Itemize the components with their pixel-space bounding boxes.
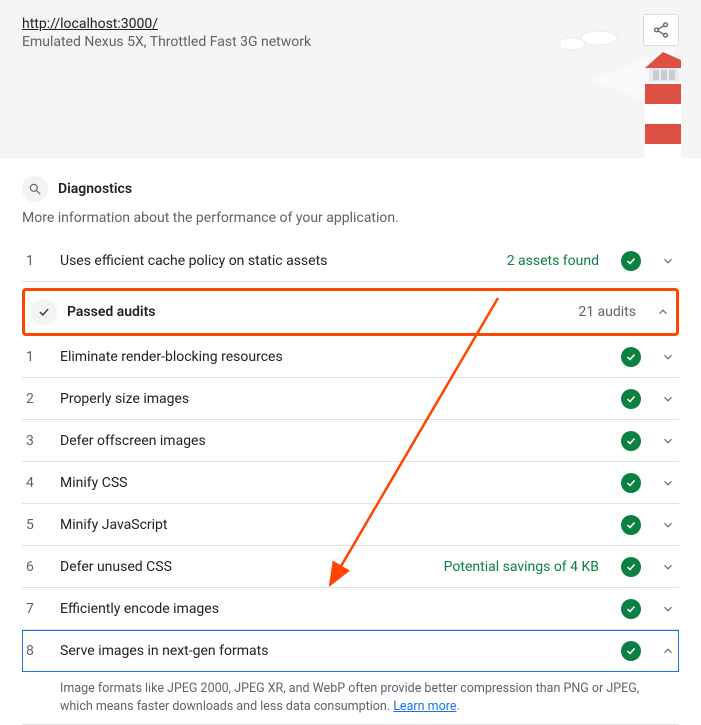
share-icon — [652, 21, 670, 39]
passed-audit-item[interactable]: 6 Defer unused CSS Potential savings of 4 … — [22, 546, 679, 588]
passed-audit-item[interactable]: 3 Defer offscreen images — [22, 420, 679, 462]
diagnostics-item[interactable]: 1 Uses efficient cache policy on static … — [22, 240, 679, 282]
emulation-info: Emulated Nexus 5X, Throttled Fast 3G net… — [22, 34, 679, 50]
passed-audit-item[interactable]: 5 Minify JavaScript — [22, 504, 679, 546]
item-number: 7 — [26, 601, 46, 617]
chevron-down-icon — [661, 602, 675, 616]
chevron-down-icon — [661, 518, 675, 532]
report-content: Diagnostics More information about the p… — [0, 158, 701, 725]
chevron-down-icon — [661, 434, 675, 448]
pass-badge-icon — [621, 557, 641, 577]
chevron-down-icon — [661, 254, 675, 268]
pass-badge-icon — [621, 599, 641, 619]
item-number: 4 — [26, 475, 46, 491]
passed-audit-item[interactable]: 1 Eliminate render-blocking resources — [22, 336, 679, 378]
item-detail: Potential savings of 4 KB — [444, 559, 599, 575]
chevron-down-icon — [661, 350, 675, 364]
report-url[interactable]: http://localhost:3000/ — [22, 16, 679, 32]
passed-audits-list: 1 Eliminate render-blocking resources 2 Pro… — [22, 336, 679, 672]
report-header: http://localhost:3000/ Emulated Nexus 5X… — [0, 0, 701, 158]
diagnostics-title: Diagnostics — [58, 181, 132, 197]
pass-badge-icon — [621, 515, 641, 535]
item-number: 1 — [26, 253, 46, 269]
passed-audits-title: Passed audits — [67, 304, 568, 320]
diagnostics-icon-wrapper — [22, 176, 48, 202]
passed-audit-item[interactable]: 8Serve images in next-gen formats — [22, 630, 679, 672]
diagnostics-header: Diagnostics — [22, 176, 679, 202]
item-label: Defer offscreen images — [60, 433, 607, 449]
item-number: 2 — [26, 391, 46, 407]
item-detail: 2 assets found — [507, 253, 599, 269]
passed-audits-count: 21 audits — [578, 304, 636, 320]
item-label: Uses efficient cache policy on static as… — [60, 253, 493, 269]
pass-badge-icon — [621, 431, 641, 451]
chevron-down-icon — [661, 392, 675, 406]
diagnostics-description: More information about the performance o… — [22, 210, 679, 226]
audit-expanded-description: Image formats like JPEG 2000, JPEG XR, a… — [22, 672, 679, 725]
item-label: Minify JavaScript — [60, 517, 607, 533]
passed-audit-item[interactable]: 2 Properly size images — [22, 378, 679, 420]
passed-audit-item[interactable]: 7 Efficiently encode images — [22, 588, 679, 630]
magnifier-icon — [28, 182, 42, 196]
pass-badge-icon — [621, 473, 641, 493]
check-icon — [37, 305, 51, 319]
share-button[interactable] — [643, 14, 679, 46]
pass-badge-icon — [621, 251, 641, 271]
pass-badge-icon — [621, 347, 641, 367]
learn-more-link[interactable]: Learn more — [393, 699, 456, 714]
expanded-text: Image formats like JPEG 2000, JPEG XR, a… — [60, 681, 639, 714]
item-label: Efficiently encode images — [60, 601, 607, 617]
item-label: Properly size images — [60, 391, 607, 407]
item-number: 3 — [26, 433, 46, 449]
item-number: 6 — [26, 559, 46, 575]
item-label: Eliminate render-blocking resources — [60, 349, 607, 365]
chevron-up-icon — [656, 305, 670, 319]
passed-audits-header[interactable]: Passed audits 21 audits — [22, 288, 679, 336]
chevron-down-icon — [661, 476, 675, 490]
pass-badge-icon — [621, 389, 641, 409]
item-label: Minify CSS — [60, 475, 607, 491]
item-number: 5 — [26, 517, 46, 533]
item-label: Defer unused CSS — [60, 559, 430, 575]
chevron-down-icon — [661, 560, 675, 574]
passed-icon-wrapper — [31, 299, 57, 325]
passed-audit-item[interactable]: 4 Minify CSS — [22, 462, 679, 504]
item-number: 1 — [26, 349, 46, 365]
